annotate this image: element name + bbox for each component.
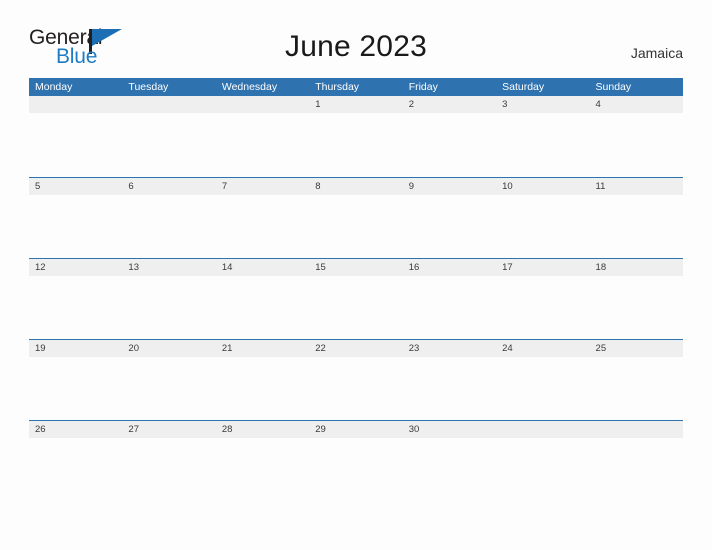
page-title: June 2023 — [285, 30, 427, 63]
day-cell[interactable]: 21 — [216, 340, 309, 357]
day-cell[interactable]: 6 — [122, 178, 215, 195]
day-cell[interactable] — [29, 96, 122, 113]
week-date-band: 1 2 3 4 — [29, 96, 683, 113]
week-row: 19 20 21 22 23 24 25 — [29, 339, 683, 421]
day-cell[interactable]: 20 — [122, 340, 215, 357]
day-cell[interactable]: 16 — [403, 259, 496, 276]
day-cell[interactable]: 23 — [403, 340, 496, 357]
day-cell[interactable]: 26 — [29, 421, 122, 438]
day-cell[interactable]: 28 — [216, 421, 309, 438]
day-cell[interactable]: 1 — [309, 96, 402, 113]
week-date-band: 26 27 28 29 30 — [29, 420, 683, 438]
weekday-header-row: Monday Tuesday Wednesday Thursday Friday… — [29, 78, 683, 96]
day-cell[interactable]: 12 — [29, 259, 122, 276]
weekday-header-saturday: Saturday — [502, 81, 545, 93]
weekday-header-wednesday: Wednesday — [221, 81, 278, 93]
week-row: 1 2 3 4 — [29, 96, 683, 177]
day-cell[interactable] — [590, 421, 683, 438]
week-note-area[interactable] — [29, 438, 683, 502]
page-header: General Blue June 2023 Jamaica — [0, 0, 712, 67]
day-cell[interactable]: 9 — [403, 178, 496, 195]
day-cell[interactable] — [496, 421, 589, 438]
weekday-header-thursday: Thursday — [315, 81, 360, 93]
week-note-area[interactable] — [29, 357, 683, 421]
day-cell[interactable]: 14 — [216, 259, 309, 276]
day-cell[interactable]: 5 — [29, 178, 122, 195]
day-cell[interactable]: 17 — [496, 259, 589, 276]
week-date-band: 5 6 7 8 9 10 11 — [29, 177, 683, 195]
weekday-header-monday: Monday — [35, 81, 73, 93]
week-note-area[interactable] — [29, 276, 683, 340]
day-cell[interactable]: 8 — [309, 178, 402, 195]
week-note-area[interactable] — [29, 195, 683, 259]
calendar-grid: Monday Tuesday Wednesday Thursday Friday… — [29, 78, 683, 502]
day-cell[interactable]: 27 — [122, 421, 215, 438]
day-cell[interactable]: 13 — [122, 259, 215, 276]
day-cell[interactable]: 29 — [309, 421, 402, 438]
day-cell[interactable]: 4 — [590, 96, 683, 113]
day-cell[interactable]: 18 — [590, 259, 683, 276]
day-cell[interactable] — [122, 96, 215, 113]
week-row: 26 27 28 29 30 — [29, 420, 683, 502]
day-cell[interactable] — [216, 96, 309, 113]
week-note-area[interactable] — [29, 113, 683, 177]
day-cell[interactable]: 19 — [29, 340, 122, 357]
weekday-header-sunday: Sunday — [595, 81, 632, 93]
day-cell[interactable]: 10 — [496, 178, 589, 195]
day-cell[interactable]: 15 — [309, 259, 402, 276]
calendar-page: General Blue June 2023 Jamaica Monday Tu… — [0, 0, 712, 550]
day-cell[interactable]: 22 — [309, 340, 402, 357]
day-cell[interactable]: 3 — [496, 96, 589, 113]
weekday-header-tuesday: Tuesday — [128, 81, 169, 93]
day-cell[interactable]: 25 — [590, 340, 683, 357]
week-row: 5 6 7 8 9 10 11 — [29, 177, 683, 259]
week-row: 12 13 14 15 16 17 18 — [29, 258, 683, 340]
week-date-band: 19 20 21 22 23 24 25 — [29, 339, 683, 357]
day-cell[interactable]: 11 — [590, 178, 683, 195]
weekday-header-friday: Friday — [408, 81, 438, 93]
day-cell[interactable]: 30 — [403, 421, 496, 438]
day-cell[interactable]: 7 — [216, 178, 309, 195]
day-cell[interactable]: 24 — [496, 340, 589, 357]
week-date-band: 12 13 14 15 16 17 18 — [29, 258, 683, 276]
day-cell[interactable]: 2 — [403, 96, 496, 113]
country-label: Jamaica — [630, 45, 683, 61]
